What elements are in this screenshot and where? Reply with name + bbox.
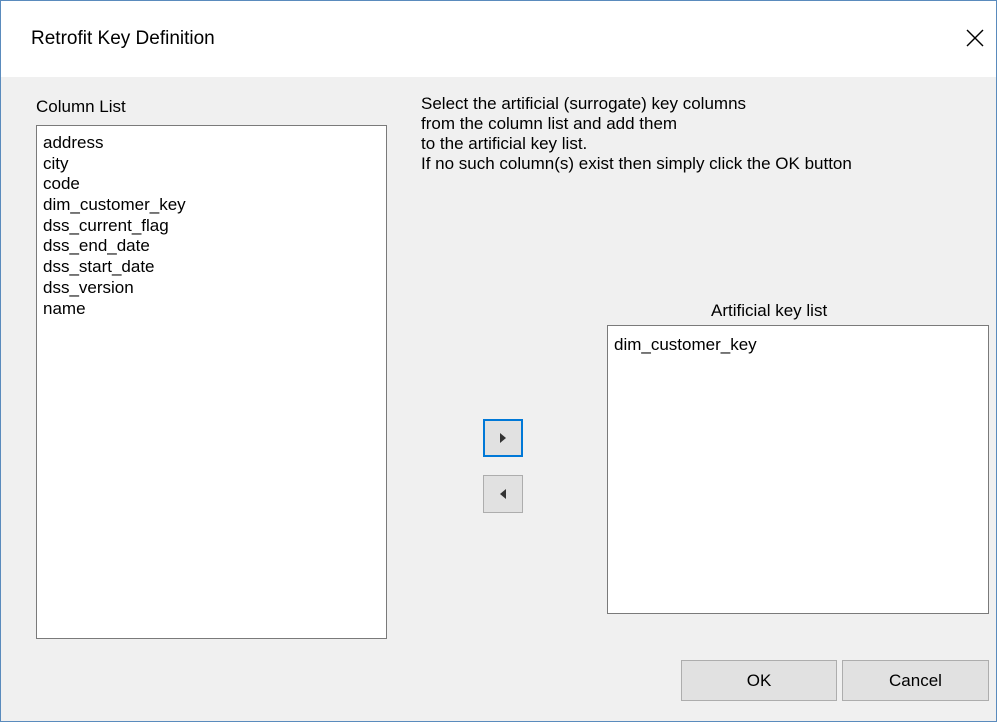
instruction-line: to the artificial key list. [421, 134, 588, 153]
list-item[interactable]: dim_customer_key [37, 195, 386, 216]
list-item[interactable]: dss_version [37, 278, 386, 299]
instructions-text: Select the artificial (surrogate) key co… [421, 94, 852, 174]
add-to-key-list-button[interactable] [483, 419, 523, 457]
list-item[interactable]: name [37, 299, 386, 320]
instruction-line: Select the artificial (surrogate) key co… [421, 94, 747, 113]
instruction-line: If no such column(s) exist then simply c… [421, 154, 852, 173]
artificial-key-list[interactable]: dim_customer_key [607, 325, 989, 614]
cancel-button[interactable]: Cancel [842, 660, 989, 701]
ok-button[interactable]: OK [681, 660, 837, 701]
artificial-key-list-label: Artificial key list [711, 301, 828, 320]
column-list-label: Column List [36, 97, 126, 116]
triangle-left-icon [500, 489, 506, 499]
title-bar: Retrofit Key Definition [1, 1, 996, 77]
remove-from-key-list-button[interactable] [483, 475, 523, 513]
retrofit-key-dialog: Retrofit Key Definition Column List addr… [0, 0, 997, 722]
close-icon [966, 29, 984, 47]
list-item[interactable]: dss_current_flag [37, 216, 386, 237]
instruction-line: from the column list and add them [421, 114, 678, 133]
list-item[interactable]: dss_end_date [37, 236, 386, 257]
column-list[interactable]: address city code dim_customer_key dss_c… [36, 125, 387, 639]
close-button[interactable] [956, 19, 994, 57]
triangle-right-icon [500, 433, 506, 443]
window-title: Retrofit Key Definition [31, 28, 215, 49]
list-item[interactable]: address [37, 133, 386, 154]
list-item[interactable]: dss_start_date [37, 257, 386, 278]
list-item[interactable]: dim_customer_key [608, 335, 988, 356]
list-item[interactable]: code [37, 174, 386, 195]
list-item[interactable]: city [37, 154, 386, 175]
